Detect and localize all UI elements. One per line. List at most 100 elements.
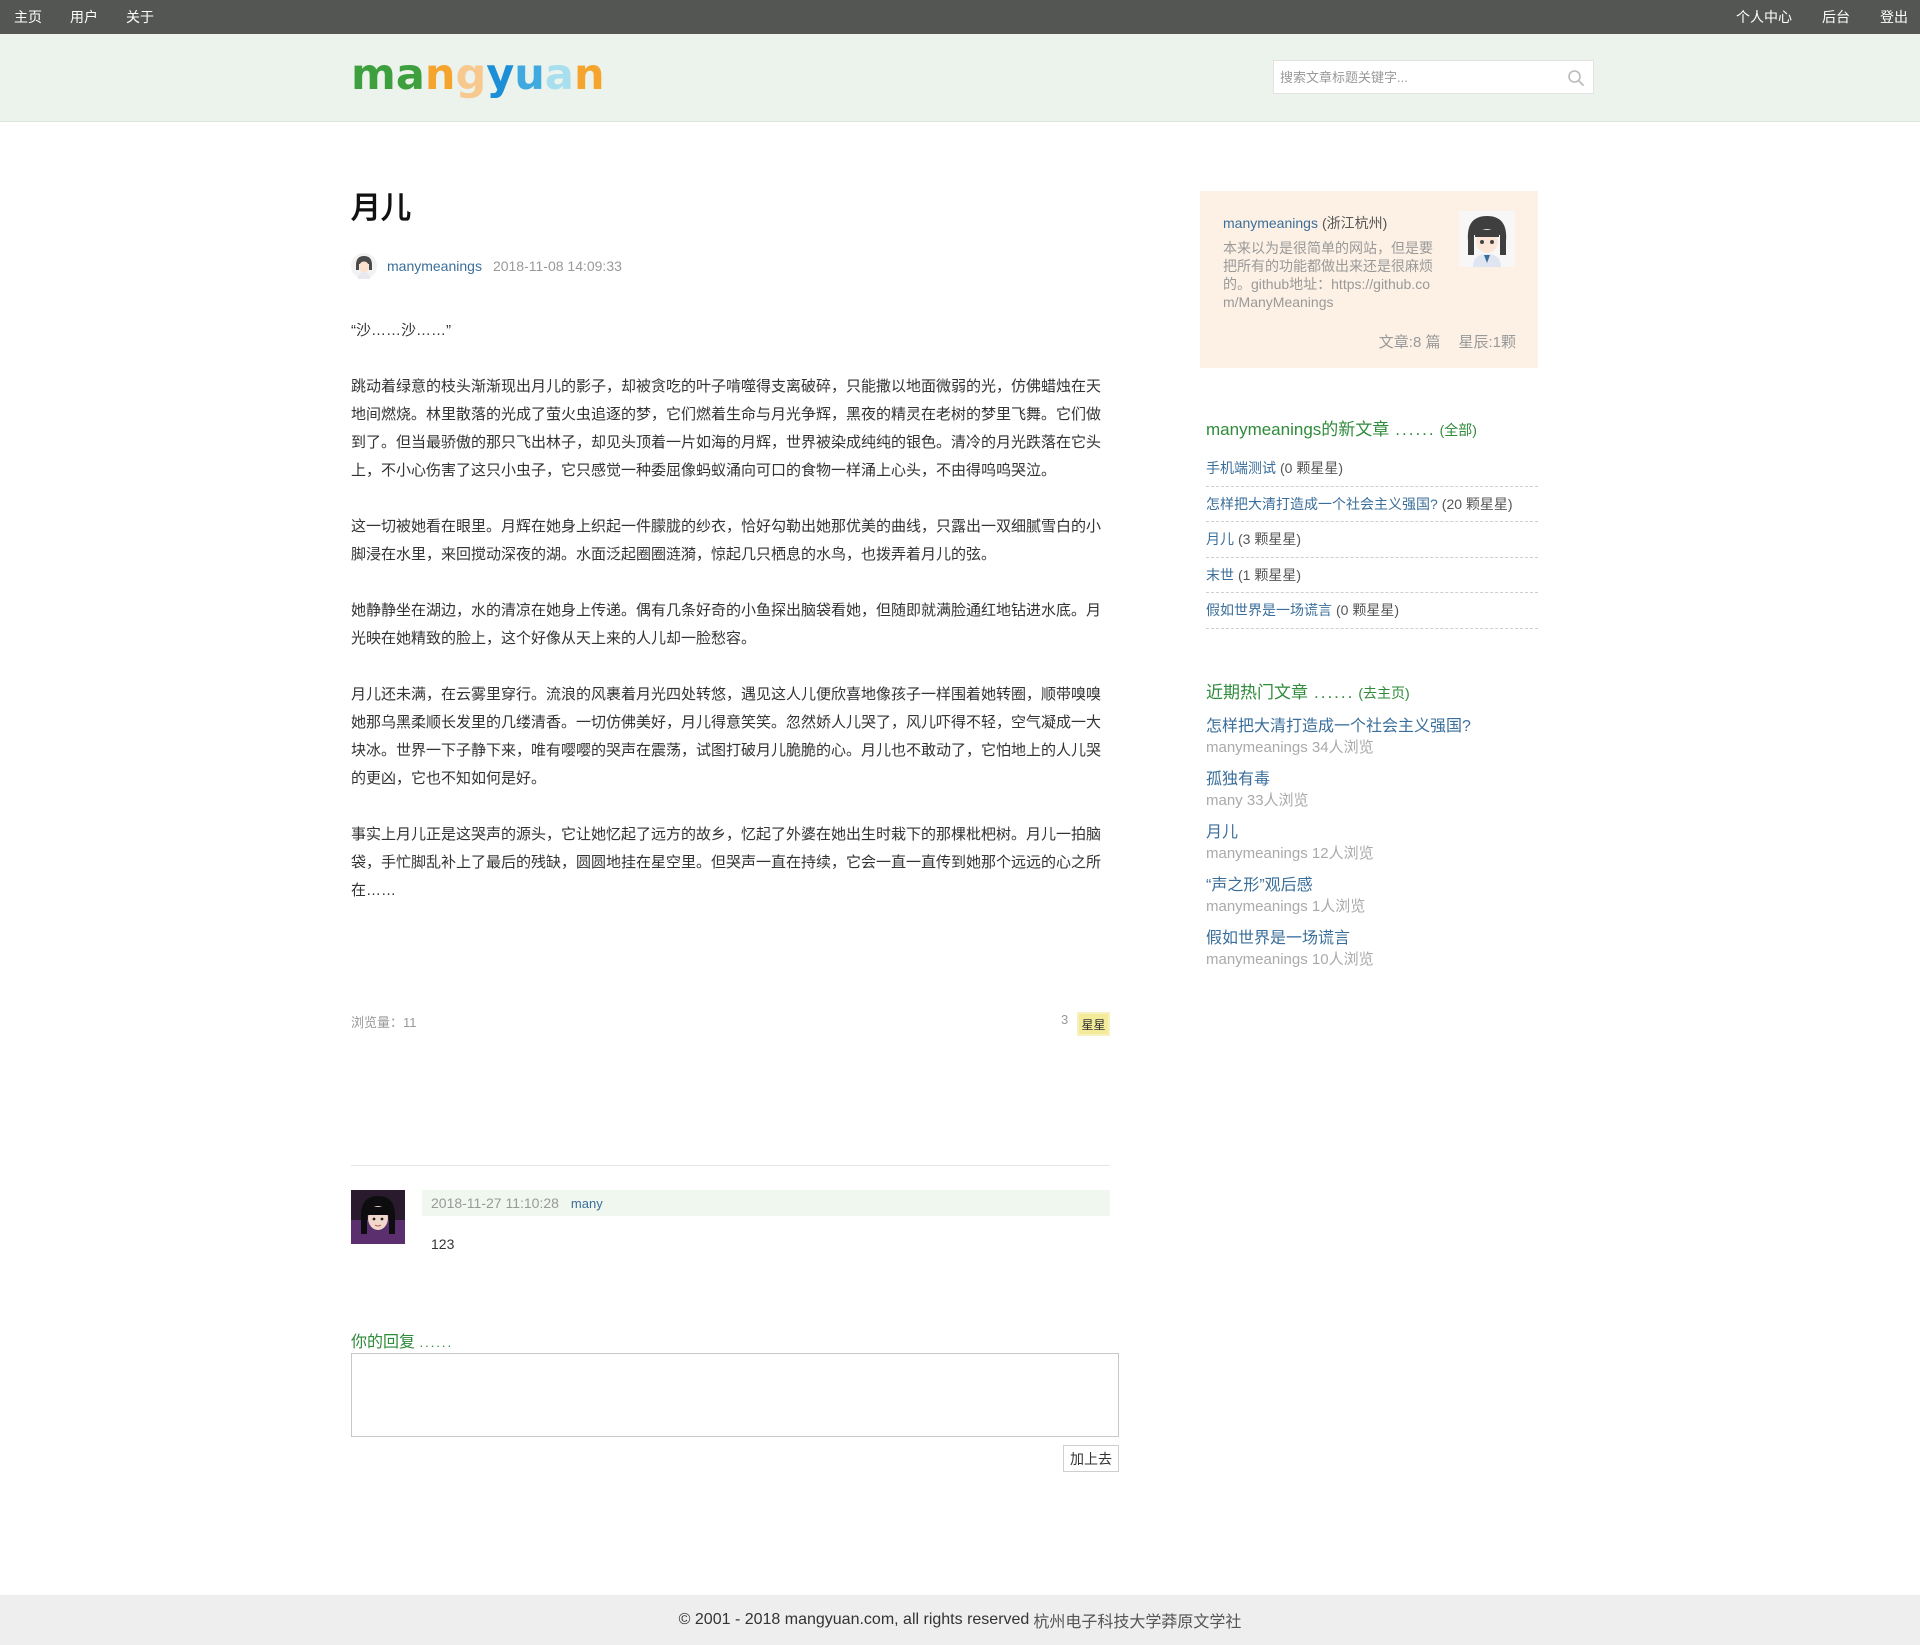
view-count: 浏览量：11 [351, 1012, 417, 1031]
new-article-link[interactable]: 手机端测试 [1206, 458, 1276, 478]
star-button[interactable]: 星星 [1077, 1012, 1110, 1036]
footer-school-link[interactable]: 杭州电子科技大学莽原文学社 [1033, 1608, 1241, 1632]
new-article-stars: (0 颗星星) [1280, 460, 1343, 477]
list-item: 末世 (1 颗星星) [1206, 558, 1538, 593]
nav-right-group: 个人中心 后台 登出 [1736, 0, 1908, 34]
profile-article-count: 文章:8 篇 [1378, 334, 1441, 351]
article-title: 月儿 [351, 192, 411, 225]
logo-letter: n [424, 50, 456, 100]
new-articles-heading: manymeanings的新文章...... (全部) [1206, 415, 1477, 440]
comments-divider [351, 1165, 1110, 1166]
site-header: mangyuan [0, 34, 1920, 122]
new-article-stars: (20 颗星星) [1441, 495, 1513, 512]
reply-textarea[interactable] [351, 1353, 1119, 1437]
hot-article-link[interactable]: “声之形”观后感 [1206, 875, 1538, 897]
hot-article-meta: manymeanings 10人浏览 [1206, 951, 1374, 968]
new-article-stars: (1 颗星星) [1238, 566, 1301, 583]
search-box [1273, 60, 1594, 94]
nav-profile-link[interactable]: 个人中心 [1736, 7, 1792, 27]
profile-name-link[interactable]: manymeanings [1223, 215, 1318, 231]
logo-letter: m [351, 50, 396, 100]
nav-admin-link[interactable]: 后台 [1822, 7, 1850, 27]
author-avatar[interactable] [351, 253, 377, 279]
article-meta: manymeanings 2018-11-08 14:09:33 [351, 252, 622, 280]
submit-reply-button[interactable]: 加上去 [1063, 1445, 1119, 1472]
list-item: 月儿 manymeanings 12人浏览 [1206, 822, 1538, 875]
article-paragraph: 她静静坐在湖边，水的清凉在她身上传递。偶有几条好奇的小鱼探出脑袋看她，但随即就满… [351, 602, 1102, 647]
logo-letter: u [514, 50, 545, 100]
list-item: 怎样把大清打造成一个社会主义强国? (20 颗星星) [1206, 487, 1538, 522]
star-count: 3 [1061, 1012, 1069, 1027]
article-paragraph: “沙……沙……” [351, 322, 451, 339]
site-footer: © 2001 - 2018 mangyuan.com, all rights r… [0, 1595, 1920, 1645]
new-article-link[interactable]: 假如世界是一场谎言 [1206, 600, 1332, 620]
reply-label: 你的回复 ...... [351, 1328, 453, 1352]
hot-article-meta: manymeanings 12人浏览 [1206, 845, 1374, 862]
article-paragraph: 月儿还未满，在云雾里穿行。流浪的风裹着月光四处转悠，遇见这人儿便欣喜地像孩子一样… [351, 686, 1102, 787]
nav-logout-link[interactable]: 登出 [1880, 7, 1908, 27]
article-date: 2018-11-08 14:09:33 [492, 258, 622, 274]
hot-article-link[interactable]: 怎样把大清打造成一个社会主义强国? [1206, 716, 1538, 738]
logo-letter: a [395, 50, 425, 100]
profile-location: (浙江杭州) [1321, 215, 1388, 231]
hot-articles-title: 近期热门文章 [1206, 683, 1308, 702]
reply-label-text: 你的回复 [351, 1334, 416, 1351]
logo-letter: n [573, 50, 605, 100]
view-count-value: 11 [403, 1015, 417, 1030]
new-article-link[interactable]: 月儿 [1206, 529, 1234, 549]
profile-name-line: manymeanings (浙江杭州) [1223, 213, 1387, 233]
hot-article-link[interactable]: 孤独有毒 [1206, 769, 1538, 791]
new-article-stars: (0 颗星星) [1336, 602, 1399, 619]
logo-letter: y [486, 50, 515, 100]
nav-about-link[interactable]: 关于 [126, 7, 154, 27]
hot-articles-home-link[interactable]: (去主页) [1358, 685, 1409, 701]
profile-avatar[interactable] [1459, 211, 1515, 267]
view-count-label: 浏览量： [351, 1015, 404, 1030]
commenter-avatar[interactable] [351, 1190, 405, 1244]
top-nav-bar: 主页 用户 关于 个人中心 后台 登出 [0, 0, 1920, 34]
reply-label-dots: ...... [419, 1335, 454, 1350]
list-item: 孤独有毒 many 33人浏览 [1206, 769, 1538, 822]
new-articles-list: 手机端测试 (0 颗星星) 怎样把大清打造成一个社会主义强国? (20 颗星星) 月… [1206, 451, 1538, 629]
new-article-link[interactable]: 末世 [1206, 565, 1234, 585]
hot-article-meta: manymeanings 34人浏览 [1206, 739, 1374, 756]
new-articles-dots: ...... [1395, 420, 1436, 439]
comment-user-link[interactable]: many [571, 1196, 603, 1211]
new-articles-title: manymeanings的新文章 [1206, 420, 1390, 439]
site-logo[interactable]: mangyuan [351, 54, 605, 97]
article-content: “沙……沙……” 跳动着绿意的枝头渐渐现出月儿的影子，却被贪吃的叶子啃噬得支离破… [351, 317, 1111, 933]
new-article-link[interactable]: 怎样把大清打造成一个社会主义强国? [1206, 494, 1438, 514]
footer-copyright: © 2001 - 2018 mangyuan.com, all rights r… [678, 1611, 1030, 1628]
comment-text: 123 [431, 1236, 455, 1252]
profile-stats: 文章:8 篇星辰:1颗 [1379, 331, 1516, 352]
list-item: 假如世界是一场谎言 manymeanings 10人浏览 [1206, 928, 1538, 981]
comment-date: 2018-11-27 11:10:28 [431, 1195, 559, 1211]
list-item: 假如世界是一场谎言 (0 颗星星) [1206, 593, 1538, 629]
hot-article-meta: manymeanings 1人浏览 [1206, 898, 1366, 915]
logo-letter: a [544, 50, 574, 100]
nav-users-link[interactable]: 用户 [70, 7, 98, 27]
article-paragraph: 事实上月儿正是这哭声的源头，它让她忆起了远方的故乡，忆起了外婆在她出生时栽下的那… [351, 826, 1102, 899]
author-profile-card: manymeanings (浙江杭州) 本来以为是很简单的网站，但是要把所有的功能… [1200, 191, 1538, 368]
list-item: 手机端测试 (0 颗星星) [1206, 451, 1538, 487]
search-input[interactable] [1274, 61, 1559, 93]
hot-articles-dots: ...... [1314, 683, 1355, 702]
search-icon[interactable] [1567, 69, 1585, 87]
hot-article-link[interactable]: 假如世界是一场谎言 [1206, 928, 1538, 950]
article-author-link[interactable]: manymeanings [387, 258, 482, 274]
new-articles-all-link[interactable]: (全部) [1440, 422, 1477, 438]
article-paragraph: 跳动着绿意的枝头渐渐现出月儿的影子，却被贪吃的叶子啃噬得支离破碎，只能撒以地面微… [351, 378, 1102, 479]
comment-header: 2018-11-27 11:10:28 many [422, 1190, 1110, 1216]
nav-left-group: 主页 用户 关于 [14, 0, 154, 34]
list-item: 月儿 (3 颗星星) [1206, 522, 1538, 558]
hot-articles-heading: 近期热门文章...... (去主页) [1206, 678, 1410, 703]
nav-home-link[interactable]: 主页 [14, 7, 42, 27]
list-item: 怎样把大清打造成一个社会主义强国? manymeanings 34人浏览 [1206, 716, 1538, 769]
list-item: “声之形”观后感 manymeanings 1人浏览 [1206, 875, 1538, 928]
hot-articles-list: 怎样把大清打造成一个社会主义强国? manymeanings 34人浏览 孤独有毒… [1206, 716, 1538, 981]
logo-letter: g [455, 50, 487, 100]
article-paragraph: 这一切被她看在眼里。月辉在她身上织起一件朦胧的纱衣，恰好勾勒出她那优美的曲线，只… [351, 518, 1102, 563]
hot-article-meta: many 33人浏览 [1206, 792, 1309, 809]
hot-article-link[interactable]: 月儿 [1206, 822, 1538, 844]
profile-description: 本来以为是很简单的网站，但是要把所有的功能都做出来还是很麻烦的。github地址… [1223, 240, 1433, 310]
